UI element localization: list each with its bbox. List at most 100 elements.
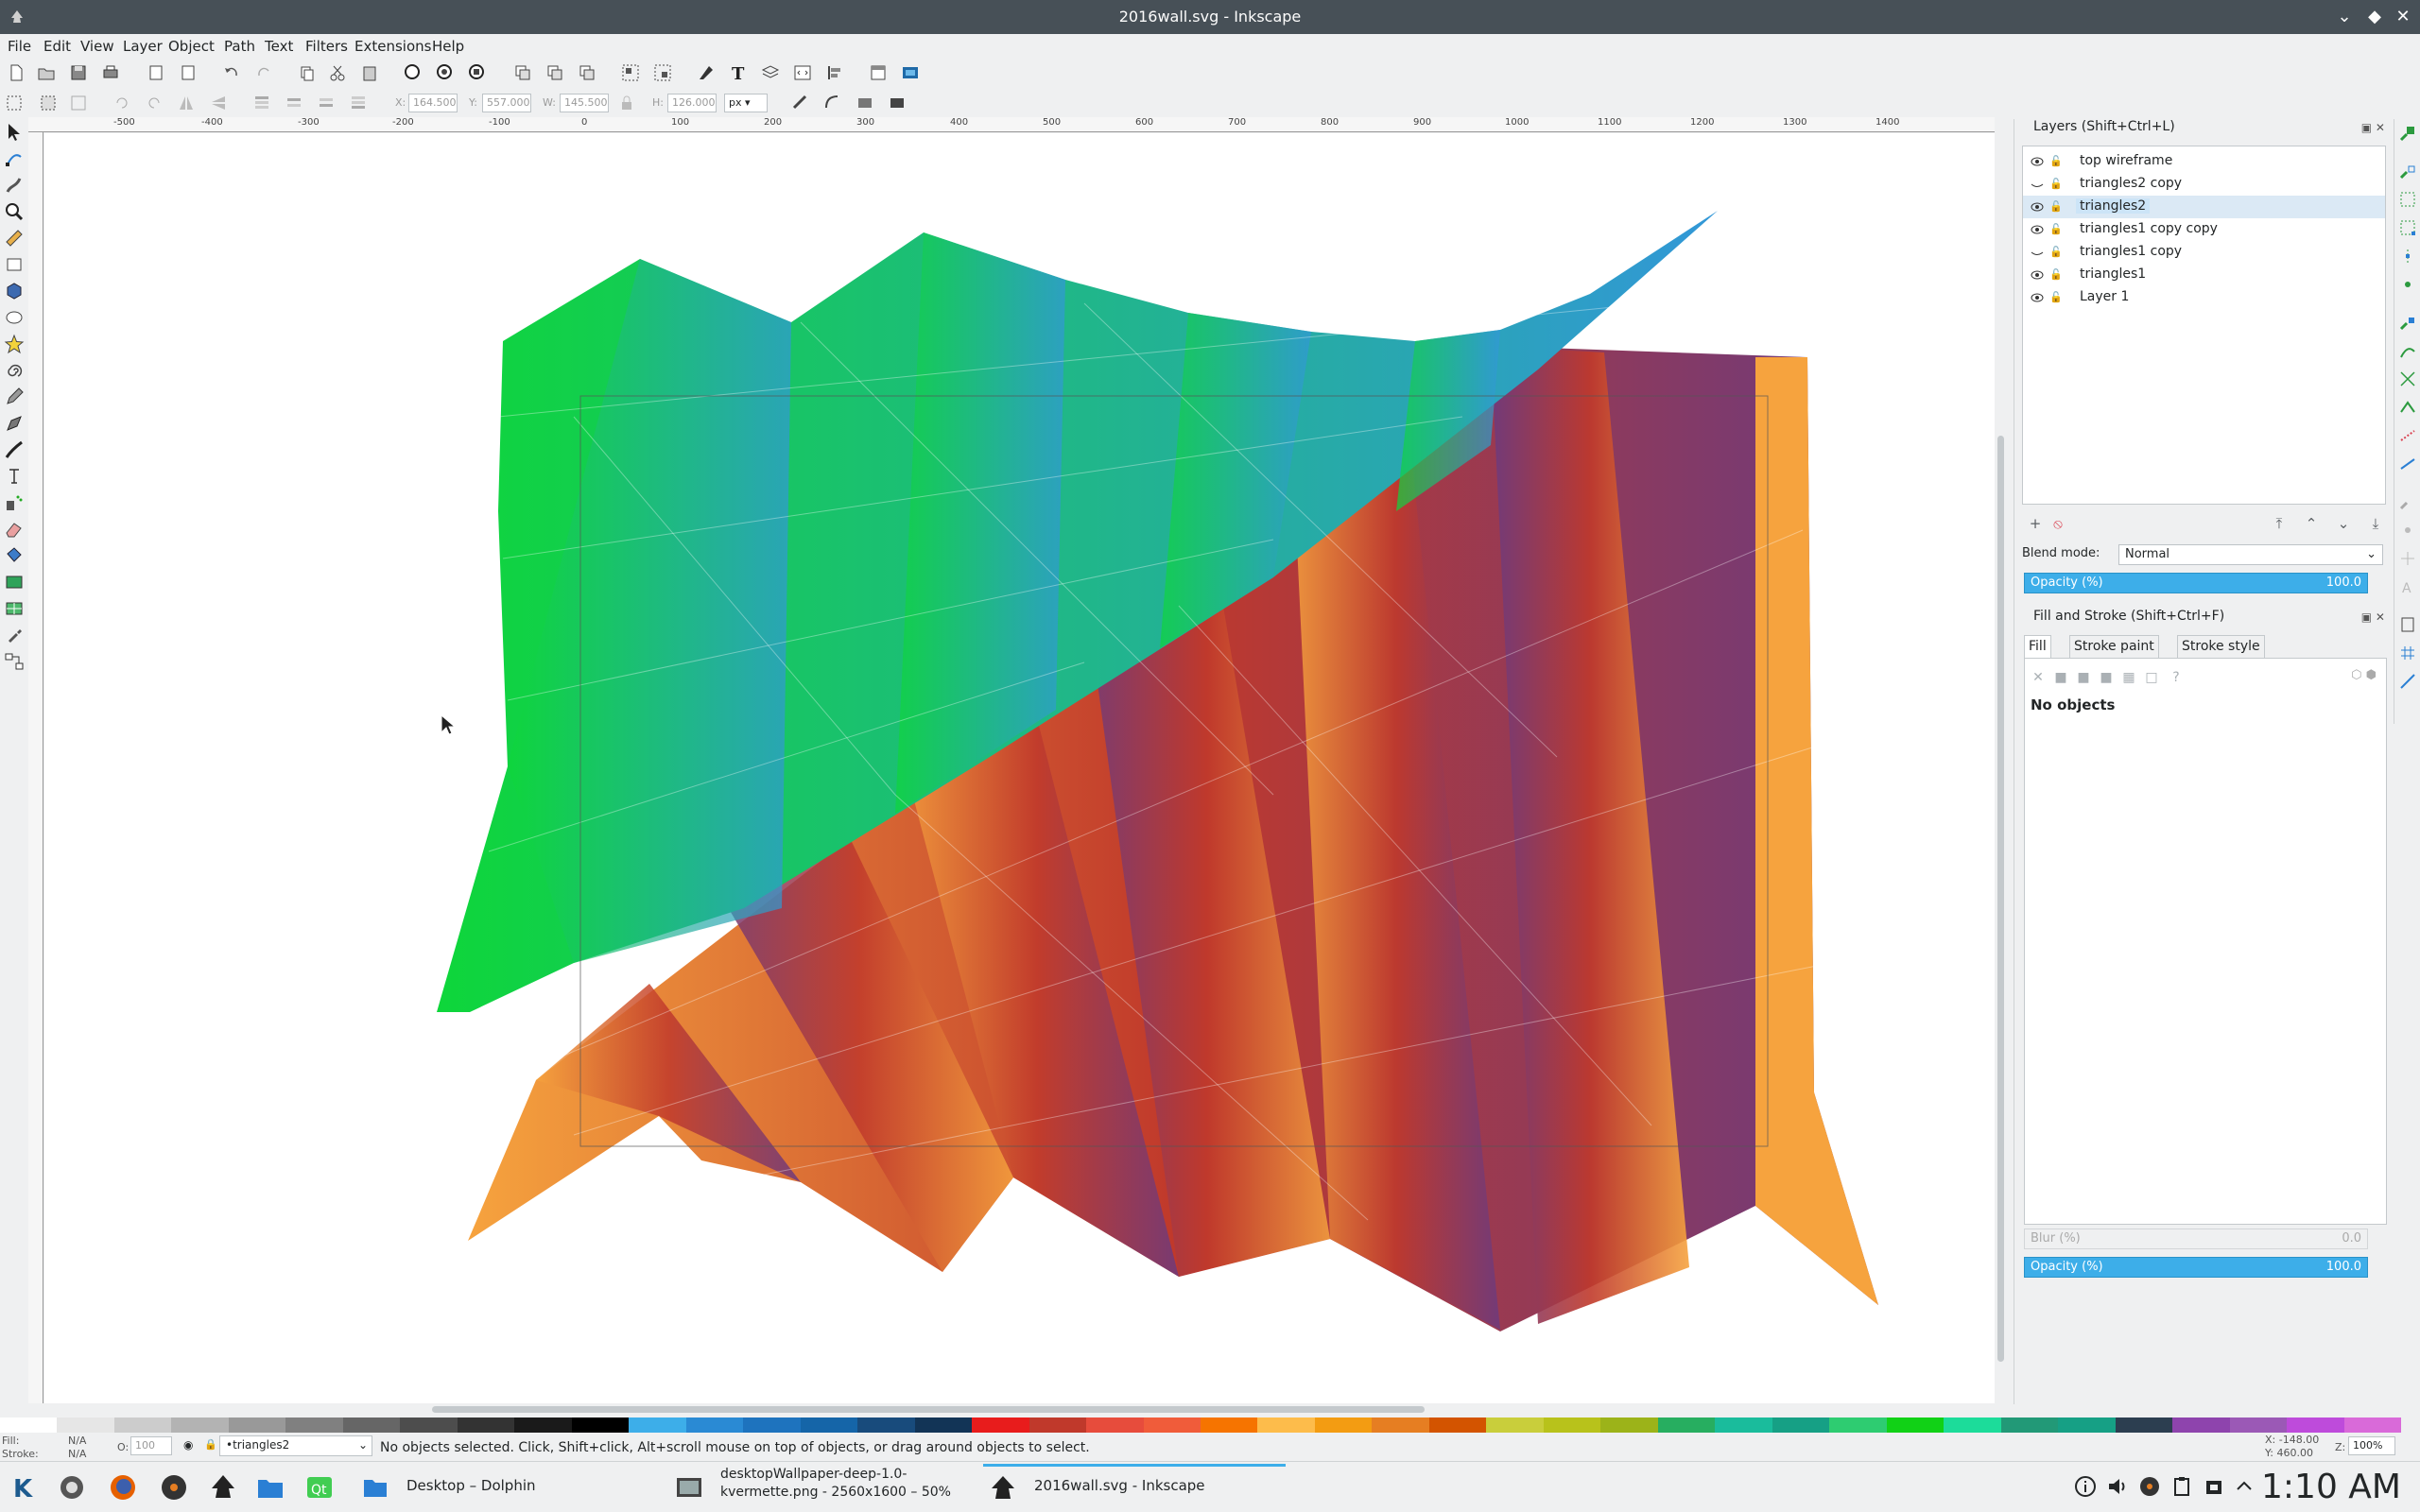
spray-tool-icon[interactable] <box>3 491 26 514</box>
3d-box-tool-icon[interactable] <box>3 280 26 302</box>
snap-intersections-icon[interactable] <box>2397 369 2418 389</box>
current-layer-select[interactable]: •triangles2 ⌄ <box>219 1435 372 1456</box>
undo-icon[interactable] <box>221 62 242 83</box>
snap-bbox-edge-icon[interactable] <box>2397 189 2418 210</box>
opacity-field[interactable]: 100 <box>130 1436 172 1455</box>
layers-icon[interactable] <box>760 62 781 83</box>
palette-swatch[interactable] <box>2000 1418 2059 1433</box>
save-icon[interactable] <box>68 62 89 83</box>
palette-swatch[interactable] <box>1257 1418 1316 1433</box>
zoom-field[interactable]: 100% <box>2348 1436 2395 1455</box>
new-document-icon[interactable] <box>6 62 26 83</box>
hidden-eye-icon[interactable] <box>2031 178 2044 191</box>
xml-editor-icon[interactable] <box>792 62 813 83</box>
horizontal-scrollbar[interactable] <box>44 1403 1995 1417</box>
rotate-ccw-icon[interactable] <box>112 93 132 113</box>
layer-to-top-icon[interactable]: ⤒ <box>2270 514 2289 533</box>
text-tool-icon[interactable] <box>3 465 26 488</box>
palette-swatch[interactable] <box>1829 1418 1888 1433</box>
cut-icon[interactable] <box>327 62 348 83</box>
h-field[interactable]: 126.000 <box>667 94 717 112</box>
palette-swatch[interactable] <box>1086 1418 1145 1433</box>
unlock-icon[interactable]: 🔓 <box>2049 268 2063 282</box>
palette-swatch[interactable] <box>972 1418 1030 1433</box>
snap-object-center-icon[interactable] <box>2397 520 2418 541</box>
align-distribute-icon[interactable] <box>824 62 845 83</box>
menu-extensions[interactable]: Extensions <box>354 38 431 55</box>
visible-eye-icon[interactable] <box>2031 223 2044 236</box>
print-icon[interactable] <box>100 62 121 83</box>
dropper-tool-icon[interactable] <box>3 624 26 646</box>
layer-row-selected[interactable]: 🔓 triangles2 <box>2023 196 2385 218</box>
redo-icon[interactable] <box>253 62 274 83</box>
snap-bbox-corner-icon[interactable] <box>2397 217 2418 238</box>
menu-filters[interactable]: Filters <box>305 38 348 55</box>
snap-page-border-icon[interactable] <box>2397 614 2418 635</box>
scale-corners-icon[interactable] <box>822 93 843 113</box>
tab-fill[interactable]: Fill <box>2024 635 2051 658</box>
palette-swatch[interactable] <box>342 1418 401 1433</box>
visible-eye-icon[interactable] <box>2031 268 2044 282</box>
snap-cusp-nodes-icon[interactable] <box>2397 397 2418 418</box>
layer-visibility-icon[interactable]: ◉ <box>183 1438 193 1452</box>
scale-stroke-icon[interactable] <box>790 93 811 113</box>
palette-swatch[interactable] <box>685 1418 744 1433</box>
flat-color-icon[interactable]: ■ <box>2051 668 2070 687</box>
palette-swatch[interactable] <box>1201 1418 1258 1433</box>
vertical-ruler[interactable] <box>28 132 43 1403</box>
unlock-icon[interactable]: 🔓 <box>2049 178 2063 191</box>
mesh-gradient-icon[interactable]: ▦ <box>2119 668 2138 687</box>
unlock-icon[interactable]: 🔓 <box>2049 200 2063 214</box>
spiral-tool-icon[interactable] <box>3 359 26 382</box>
flip-horizontal-icon[interactable] <box>176 93 197 113</box>
menu-help[interactable]: Help <box>432 38 464 55</box>
menu-path[interactable]: Path <box>224 38 255 55</box>
palette-swatch[interactable] <box>113 1418 172 1433</box>
panel-close-icon[interactable]: ▣ ✕ <box>2361 121 2385 134</box>
snap-grids-icon[interactable] <box>2397 643 2418 663</box>
unlink-clone-icon[interactable] <box>577 62 597 83</box>
blend-mode-select[interactable]: Normal ⌄ <box>2118 544 2383 565</box>
group-icon[interactable] <box>620 62 641 83</box>
qt-creator-icon[interactable]: Qt <box>304 1472 335 1503</box>
tab-stroke-paint[interactable]: Stroke paint <box>2069 635 2159 658</box>
zoom-page-icon[interactable] <box>467 62 488 83</box>
vertical-scrollbar[interactable] <box>1995 133 2008 1403</box>
layer-row[interactable]: 🔓 triangles1 copy <box>2023 241 2385 264</box>
clone-icon[interactable] <box>544 62 565 83</box>
palette-swatch[interactable] <box>2172 1418 2231 1433</box>
measure-tool-icon[interactable] <box>3 227 26 249</box>
palette-swatch[interactable] <box>571 1418 630 1433</box>
task-inkscape[interactable]: 2016wall.svg - Inkscape <box>983 1464 1286 1511</box>
layer-row[interactable]: 🔓 triangles1 <box>2023 264 2385 286</box>
layer-row[interactable]: 🔓 top wireframe <box>2023 150 2385 173</box>
info-icon[interactable] <box>2074 1475 2097 1498</box>
blur-slider[interactable]: Blur (%) 0.0 <box>2024 1228 2368 1249</box>
move-gradients-icon[interactable] <box>855 93 875 113</box>
snap-rotation-center-icon[interactable] <box>2397 548 2418 569</box>
no-paint-icon[interactable]: ✕ <box>2029 668 2048 687</box>
duplicate-icon[interactable] <box>512 62 533 83</box>
remove-layer-icon[interactable]: ⦸ <box>2048 514 2067 533</box>
palette-swatch[interactable] <box>171 1418 230 1433</box>
palette-swatch[interactable] <box>1657 1418 1716 1433</box>
task-gwenview[interactable]: desktopWallpaper-deep-1.0-kvermette.png … <box>671 1464 974 1511</box>
show-hidden-icons-icon[interactable] <box>2233 1475 2256 1498</box>
snap-guides-icon[interactable] <box>2397 671 2418 692</box>
import-icon[interactable] <box>146 62 166 83</box>
scroll-thumb[interactable] <box>432 1406 1425 1413</box>
fill-rule-icons[interactable]: ⬡ ⬢ <box>2351 668 2377 682</box>
palette-swatch[interactable] <box>1314 1418 1373 1433</box>
unlock-icon[interactable]: 🔓 <box>2049 223 2063 236</box>
layer-row[interactable]: 🔓 triangles1 copy copy <box>2023 218 2385 241</box>
maximize-icon[interactable]: ◆ <box>2363 6 2386 28</box>
star-tool-icon[interactable] <box>3 333 26 355</box>
palette-swatch[interactable] <box>1772 1418 1830 1433</box>
layer-opacity-slider[interactable]: Opacity (%) 100.0 <box>2024 573 2368 593</box>
kde-launcher-icon[interactable]: K <box>9 1472 40 1503</box>
music-player-icon[interactable] <box>159 1472 189 1503</box>
system-settings-icon[interactable] <box>57 1472 87 1503</box>
snap-smooth-nodes-icon[interactable] <box>2397 425 2418 446</box>
fill-stroke-icon[interactable] <box>696 62 717 83</box>
snap-others-icon[interactable] <box>2397 491 2418 512</box>
